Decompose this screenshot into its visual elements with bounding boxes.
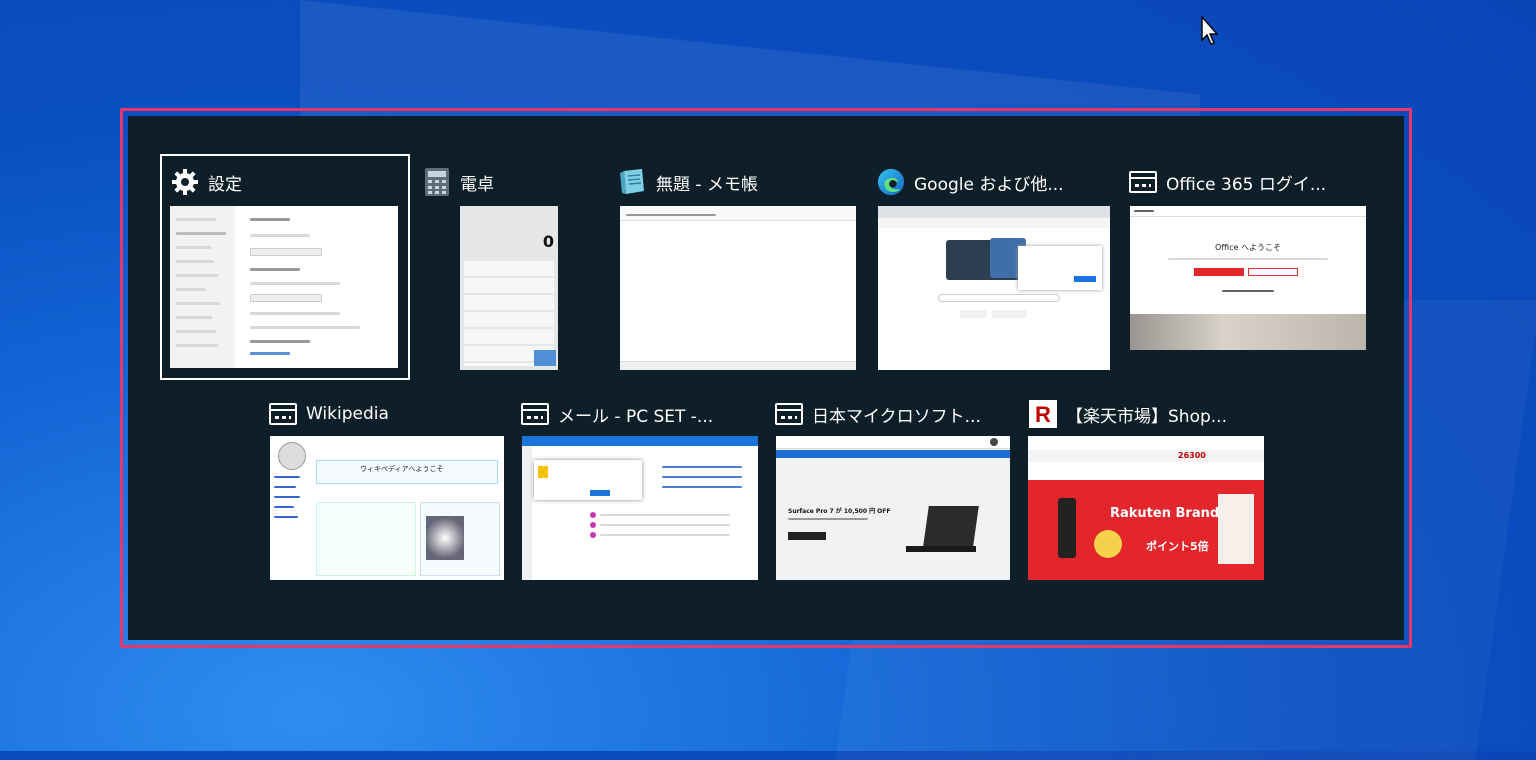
window-tile-settings[interactable]: 設定 [170,164,410,374]
window-thumbnail [522,436,758,580]
window-title: Office 365 ログイ... [1166,174,1327,195]
window-title: Google および他... [914,174,1064,195]
window-thumbnail [878,206,1110,370]
calculator-display: 0 [542,232,554,251]
window-thumbnail [170,206,398,368]
window-title: 【楽天市場】Shop... [1066,406,1227,427]
office-heading: Office へようこそ [1215,243,1281,252]
window-tile-notepad[interactable]: 無題 - メモ帳 [618,164,858,374]
window-tile-office365[interactable]: Office 365 ログイ... Office へようこそ [1128,164,1372,374]
notepad-icon [618,167,648,197]
wikipedia-heading: ウィキペディアへようこそ [360,465,444,473]
window-icon [1128,167,1158,197]
window-tile-mail[interactable]: メール - PC SET -... [520,396,760,586]
rakuten-icon: R [1028,399,1058,429]
window-title: 無題 - メモ帳 [656,174,758,195]
window-title: 設定 [208,174,242,195]
window-thumbnail: Office へようこそ [1130,206,1366,350]
window-thumbnail: 26300 Rakuten Brand Day ポイント5倍 [1028,436,1264,580]
rakuten-count: 26300 [1178,451,1206,460]
window-tile-edge[interactable]: Google および他... [876,164,1116,374]
rakuten-points: ポイント5倍 [1146,540,1209,553]
window-thumbnail: Surface Pro 7 が 10,500 円 OFF [776,436,1010,580]
window-title: Wikipedia [306,404,389,424]
surface-promo: Surface Pro 7 が 10,500 円 OFF [788,508,891,515]
edge-icon [876,167,906,197]
window-icon [774,399,804,429]
window-tile-rakuten[interactable]: R 【楽天市場】Shop... 26300 Rakuten Brand Day … [1028,396,1268,586]
window-icon [520,399,550,429]
window-title: 電卓 [460,174,494,195]
window-tile-wikipedia[interactable]: Wikipedia ウィキペディアへようこそ [268,396,508,586]
calculator-icon [422,167,452,197]
gear-icon [170,167,200,197]
svg-text:R: R [1035,402,1051,427]
window-thumbnail: ウィキペディアへようこそ [270,436,504,580]
window-thumbnail [620,206,856,370]
window-title: メール - PC SET -... [558,406,714,427]
task-switcher: 設定 電卓 0 無題 - メモ帳 Google および他... Office 3… [128,116,1404,640]
window-tile-microsoft-japan[interactable]: 日本マイクロソフト... Surface Pro 7 が 10,500 円 OF… [774,396,1014,586]
window-thumbnail: 0 [460,206,558,370]
window-tile-calculator[interactable]: 電卓 0 [422,164,562,374]
window-title: 日本マイクロソフト... [812,406,981,427]
window-icon [268,399,298,429]
mouse-cursor-icon [1201,16,1219,45]
